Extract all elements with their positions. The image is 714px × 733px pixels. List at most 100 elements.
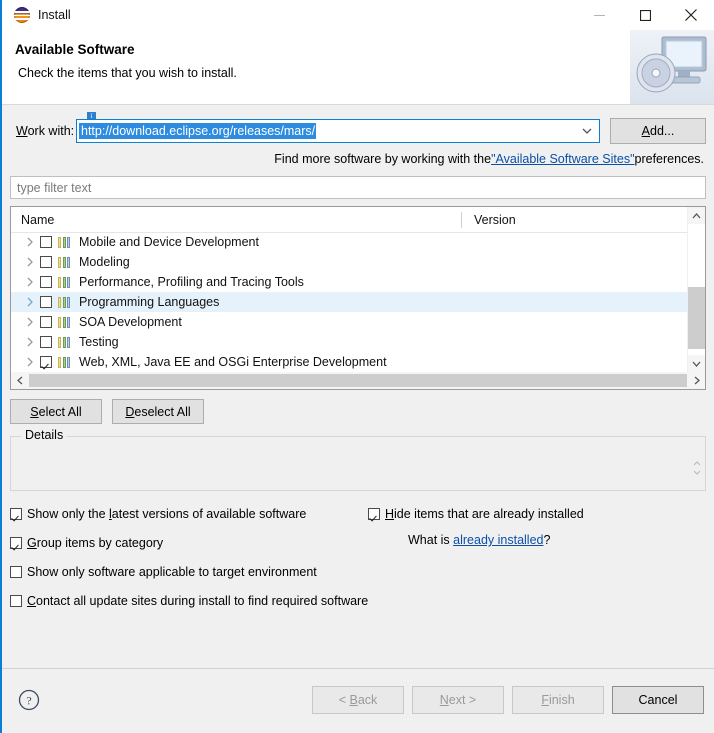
table-row[interactable]: SOA Development bbox=[11, 312, 688, 332]
row-checkbox[interactable] bbox=[40, 336, 52, 348]
next-button[interactable]: Next > bbox=[412, 686, 504, 714]
chevron-right-icon[interactable] bbox=[23, 315, 37, 329]
option-label: Show only software applicable to target … bbox=[27, 565, 317, 579]
table-row-label: Performance, Profiling and Tracing Tools bbox=[79, 275, 304, 289]
table-row-label: Mobile and Device Development bbox=[79, 235, 259, 249]
table-row[interactable]: Web, XML, Java EE and OSGi Enterprise De… bbox=[11, 352, 688, 372]
row-checkbox[interactable] bbox=[40, 316, 52, 328]
option-label: Contact all update sites during install … bbox=[27, 594, 369, 608]
minimize-icon[interactable] bbox=[576, 0, 622, 30]
table-row-label: Testing bbox=[79, 335, 119, 349]
table-row[interactable]: Modeling bbox=[11, 252, 688, 272]
close-icon[interactable] bbox=[668, 0, 714, 30]
checkbox[interactable] bbox=[10, 566, 22, 578]
chevron-right-icon[interactable] bbox=[23, 235, 37, 249]
page-subtitle: Check the items that you wish to install… bbox=[18, 66, 237, 80]
table-row[interactable]: Testing bbox=[11, 332, 688, 352]
chevron-down-icon[interactable] bbox=[576, 120, 598, 142]
option-show-applicable-target[interactable]: Show only software applicable to target … bbox=[10, 561, 706, 583]
category-icon bbox=[58, 276, 72, 288]
option-group-by-category[interactable]: Group items by category bbox=[10, 532, 706, 554]
what-is-prefix: What is bbox=[408, 533, 454, 547]
help-icon[interactable]: ? bbox=[18, 689, 40, 711]
row-checkbox[interactable] bbox=[40, 296, 52, 308]
vertical-scroll-thumb[interactable] bbox=[688, 287, 705, 349]
filter-input[interactable]: type filter text bbox=[10, 176, 706, 199]
tree-header: Name Version bbox=[11, 207, 705, 233]
cancel-button[interactable]: Cancel bbox=[612, 686, 704, 714]
tree-horizontal-scrollbar[interactable] bbox=[11, 372, 705, 389]
chevron-right-icon[interactable] bbox=[23, 255, 37, 269]
chevron-right-icon[interactable] bbox=[23, 275, 37, 289]
install-dialog: Install Available Software Check the ite… bbox=[0, 0, 714, 733]
table-row-label: Programming Languages bbox=[79, 295, 220, 309]
options-area: Show only the latest versions of availab… bbox=[10, 503, 706, 608]
monitor-cd-icon bbox=[630, 30, 714, 104]
column-header-version[interactable]: Version bbox=[461, 211, 516, 228]
scroll-up-icon[interactable] bbox=[688, 207, 705, 224]
svg-text:?: ? bbox=[26, 694, 31, 708]
checkbox[interactable] bbox=[10, 595, 22, 607]
details-group: Details bbox=[10, 428, 706, 491]
what-is-already-installed: What is already installed? bbox=[408, 533, 550, 547]
tree-rows: Mobile and Device Development Modeling P… bbox=[11, 232, 688, 372]
deselect-all-button[interactable]: Deselect All bbox=[112, 399, 204, 424]
finish-button[interactable]: Finish bbox=[512, 686, 604, 714]
row-checkbox[interactable] bbox=[40, 276, 52, 288]
category-icon bbox=[58, 236, 72, 248]
option-show-latest-versions[interactable]: Show only the latest versions of availab… bbox=[10, 503, 706, 525]
back-button[interactable]: < Back bbox=[312, 686, 404, 714]
add-button[interactable]: Add... bbox=[610, 118, 706, 144]
already-installed-link[interactable]: already installed bbox=[453, 533, 543, 547]
software-tree[interactable]: Name Version Mobile and Device Developme… bbox=[10, 206, 706, 390]
maximize-icon[interactable] bbox=[622, 0, 668, 30]
page-title: Available Software bbox=[15, 42, 135, 57]
table-row[interactable]: Mobile and Device Development bbox=[11, 232, 688, 252]
software-sites-hint: Find more software by working with the "… bbox=[10, 148, 706, 170]
checkbox[interactable] bbox=[368, 508, 380, 520]
scroll-left-icon[interactable] bbox=[11, 372, 28, 389]
selection-buttons: Select All Deselect All bbox=[10, 399, 706, 424]
row-checkbox[interactable] bbox=[40, 236, 52, 248]
work-with-value: http://download.eclipse.org/releases/mar… bbox=[79, 123, 317, 139]
what-is-suffix: ? bbox=[543, 533, 551, 547]
option-hide-installed[interactable]: Hide items that are already installed bbox=[368, 503, 584, 525]
scroll-down-icon[interactable] bbox=[691, 468, 702, 477]
table-row-label: Modeling bbox=[79, 255, 130, 269]
chevron-right-icon[interactable] bbox=[23, 355, 37, 369]
hint-suffix: preferences. bbox=[634, 152, 704, 166]
hint-prefix: Find more software by working with the bbox=[274, 152, 492, 166]
checkbox[interactable] bbox=[10, 508, 22, 520]
option-contact-update-sites[interactable]: Contact all update sites during install … bbox=[10, 590, 706, 612]
option-label: Show only the latest versions of availab… bbox=[27, 507, 307, 521]
table-row[interactable]: Programming Languages bbox=[11, 292, 688, 312]
scroll-right-icon[interactable] bbox=[688, 372, 705, 389]
chevron-right-icon[interactable] bbox=[23, 335, 37, 349]
available-software-sites-link[interactable]: "Available Software Sites" bbox=[491, 152, 634, 166]
work-with-row: Work with: i http://download.eclipse.org… bbox=[10, 112, 706, 144]
dialog-body: Work with: i http://download.eclipse.org… bbox=[2, 112, 714, 608]
table-row-label: Web, XML, Java EE and OSGi Enterprise De… bbox=[79, 355, 387, 369]
scroll-up-icon[interactable] bbox=[691, 459, 702, 468]
table-row-label: SOA Development bbox=[79, 315, 182, 329]
checkbox[interactable] bbox=[10, 537, 22, 549]
select-all-button[interactable]: Select All bbox=[10, 399, 102, 424]
eclipse-icon bbox=[14, 7, 30, 23]
column-header-name[interactable]: Name bbox=[11, 213, 461, 227]
details-legend: Details bbox=[21, 428, 68, 442]
chevron-right-icon[interactable] bbox=[23, 295, 37, 309]
category-icon bbox=[58, 316, 72, 328]
title-bar: Install bbox=[2, 0, 714, 30]
row-checkbox[interactable] bbox=[40, 256, 52, 268]
work-with-label: Work with: bbox=[16, 124, 75, 138]
footer: ? < Back Next > Finish Cancel bbox=[2, 669, 714, 733]
work-with-combo[interactable]: http://download.eclipse.org/releases/mar… bbox=[76, 119, 600, 143]
filter-placeholder: type filter text bbox=[17, 180, 92, 195]
scroll-down-icon[interactable] bbox=[688, 355, 705, 372]
category-icon bbox=[58, 256, 72, 268]
table-row[interactable]: Performance, Profiling and Tracing Tools bbox=[11, 272, 688, 292]
horizontal-scroll-thumb[interactable] bbox=[29, 374, 687, 387]
tree-vertical-scrollbar[interactable] bbox=[687, 207, 705, 372]
details-scroll-arrows[interactable] bbox=[691, 459, 702, 477]
row-checkbox[interactable] bbox=[40, 356, 52, 368]
